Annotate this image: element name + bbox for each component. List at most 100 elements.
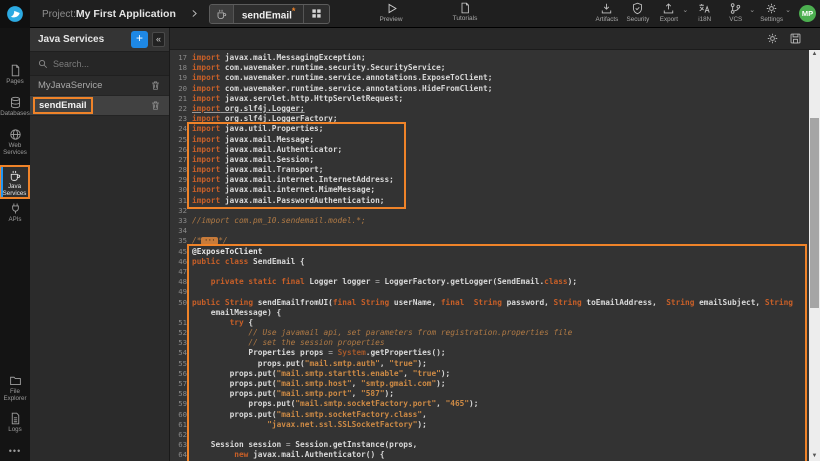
sidebar-item-web-services[interactable]: WebServices <box>0 126 30 156</box>
code-line[interactable]: 20import com.wavemaker.runtime.service.a… <box>170 84 809 94</box>
editor-settings-gear-icon[interactable] <box>766 32 779 45</box>
code-line[interactable]: 31import javax.mail.PasswordAuthenticati… <box>170 196 809 206</box>
export-button[interactable]: Export <box>653 2 684 23</box>
code-line[interactable]: 25import javax.mail.Message; <box>170 135 809 145</box>
scroll-up-icon[interactable]: ▲ <box>809 50 820 59</box>
code-line[interactable]: 50public String sendEmailfromUI(final St… <box>170 298 809 308</box>
delete-service-icon[interactable] <box>150 100 161 111</box>
line-number: 18 <box>170 63 192 73</box>
line-number: 47 <box>170 267 192 277</box>
security-button[interactable]: Security <box>622 2 653 23</box>
code-line[interactable]: 24import java.util.Properties; <box>170 124 809 134</box>
java-services-panel: Java Services + « Search... MyJavaServic… <box>30 28 170 461</box>
code-line[interactable]: 21import javax.servlet.http.HttpServletR… <box>170 94 809 104</box>
code-line[interactable]: 28import javax.mail.Transport; <box>170 165 809 175</box>
line-number: 17 <box>170 53 192 63</box>
line-number: 45 <box>170 247 192 257</box>
line-number: 62 <box>170 430 192 440</box>
code-line[interactable]: 26import javax.mail.Authenticator; <box>170 145 809 155</box>
code-line[interactable]: 27import javax.mail.Session; <box>170 155 809 165</box>
grid-icon[interactable] <box>303 5 329 23</box>
web-services-icon <box>9 128 22 141</box>
line-number: 19 <box>170 73 192 83</box>
code-line[interactable]: 45@ExposeToClient <box>170 247 809 257</box>
code-line[interactable]: emailMessage) { <box>170 308 809 318</box>
code-line[interactable]: 59props.put("mail.smtp.socketFactory.por… <box>170 399 809 409</box>
code-line[interactable]: 33//import com.pm_10.sendemail.model.*; <box>170 216 809 226</box>
code-line[interactable]: 64new javax.mail.Authenticator() { <box>170 450 809 460</box>
editor-scrollbar[interactable]: ▲ ▼ <box>809 50 820 461</box>
security-icon <box>631 2 644 15</box>
line-number: 49 <box>170 287 192 297</box>
code-line[interactable]: 52// Use javamail api, set parameters fr… <box>170 328 809 338</box>
code-line[interactable]: 17import javax.mail.MessagingException; <box>170 53 809 63</box>
line-number: 22 <box>170 104 192 114</box>
code-line[interactable]: 60props.put("mail.smtp.socketFactory.cla… <box>170 410 809 420</box>
code-line[interactable]: 22import org.slf4j.Logger; <box>170 104 809 114</box>
code-line[interactable]: 47 <box>170 267 809 277</box>
code-line[interactable]: 56props.put("mail.smtp.starttls.enable",… <box>170 369 809 379</box>
tutorials-button[interactable]: Tutorials <box>443 2 487 22</box>
code-line[interactable]: 30import javax.mail.internet.MimeMessage… <box>170 185 809 195</box>
sidebar-item-pages[interactable]: Pages <box>0 62 30 85</box>
save-icon[interactable] <box>789 32 802 45</box>
code-line[interactable]: 55props.put("mail.smtp.auth", "true"); <box>170 359 809 369</box>
sidebar-item-apis[interactable]: APIs <box>0 200 30 223</box>
code-line[interactable]: 61"javax.net.ssl.SSLSocketFactory"); <box>170 420 809 430</box>
code-area[interactable]: 17import javax.mail.MessagingException;1… <box>170 50 809 461</box>
preview-button[interactable]: Preview <box>369 2 413 23</box>
line-number: 32 <box>170 206 192 216</box>
collapse-panel-button[interactable]: « <box>152 32 165 47</box>
code-line[interactable]: 18import com.wavemaker.runtime.security.… <box>170 63 809 73</box>
code-line[interactable]: 32 <box>170 206 809 216</box>
code-line[interactable]: 62 <box>170 430 809 440</box>
avatar[interactable]: MP <box>799 5 816 22</box>
code-line[interactable]: 48private static final Logger logger = L… <box>170 277 809 287</box>
search-placeholder: Search... <box>53 59 89 69</box>
service-item-MyJavaService[interactable]: MyJavaService <box>30 76 169 96</box>
sidebar-item-file-explorer[interactable]: FileExplorer <box>0 372 30 402</box>
settings-button[interactable]: Settings <box>756 2 787 23</box>
code-line[interactable]: 46public class SendEmail { <box>170 257 809 267</box>
scroll-down-icon[interactable]: ▼ <box>809 452 820 461</box>
vcs-button[interactable]: VCS <box>720 2 751 23</box>
file-explorer-icon <box>9 374 22 387</box>
chevron-right-icon <box>190 8 199 19</box>
tab-sendemail[interactable]: sendEmail* <box>209 4 331 24</box>
collapsed-region-badge[interactable]: ··· <box>201 237 218 245</box>
code-line[interactable]: 54Properties props = System.getPropertie… <box>170 348 809 358</box>
code-line[interactable]: 23import org.slf4j.LoggerFactory; <box>170 114 809 124</box>
service-search[interactable]: Search... <box>30 52 169 76</box>
add-service-button[interactable]: + <box>131 31 148 48</box>
wavemaker-logo-icon[interactable] <box>0 0 30 28</box>
service-item-sendEmail[interactable]: sendEmail <box>30 96 169 116</box>
unsaved-indicator: * <box>292 6 296 16</box>
pages-icon <box>9 64 22 77</box>
code-line[interactable]: 58props.put("mail.smtp.port", "587"); <box>170 389 809 399</box>
artifacts-button[interactable]: Artifacts <box>591 2 622 23</box>
code-line[interactable]: 49 <box>170 287 809 297</box>
code-line[interactable]: 29import javax.mail.internet.InternetAdd… <box>170 175 809 185</box>
databases-icon <box>9 96 22 109</box>
i18n-button[interactable]: i18N <box>689 2 720 23</box>
line-number: 25 <box>170 135 192 145</box>
sidebar-item-databases[interactable]: Databases <box>0 94 30 117</box>
line-number: 26 <box>170 145 192 155</box>
delete-service-icon[interactable] <box>150 80 161 91</box>
line-number: 61 <box>170 420 192 430</box>
line-number: 53 <box>170 338 192 348</box>
code-line[interactable]: 53// set the session properties <box>170 338 809 348</box>
editor-toolbar <box>170 28 820 50</box>
line-number: 46 <box>170 257 192 267</box>
sidebar-item-java-services[interactable]: JavaServices <box>0 165 30 199</box>
code-line[interactable]: 34 <box>170 226 809 236</box>
more-options-icon[interactable]: ••• <box>0 446 30 456</box>
vcs-icon <box>729 2 742 15</box>
code-line[interactable]: 51try { <box>170 318 809 328</box>
code-line[interactable]: 63Session session = Session.getInstance(… <box>170 440 809 450</box>
code-line[interactable]: 19import com.wavemaker.runtime.service.a… <box>170 73 809 83</box>
code-line[interactable]: 57props.put("mail.smtp.host", "smtp.gmai… <box>170 379 809 389</box>
sidebar-item-logs[interactable]: Logs <box>0 410 30 433</box>
code-line[interactable]: 35/*···*/ <box>170 236 809 246</box>
scrollbar-thumb[interactable] <box>810 118 819 308</box>
